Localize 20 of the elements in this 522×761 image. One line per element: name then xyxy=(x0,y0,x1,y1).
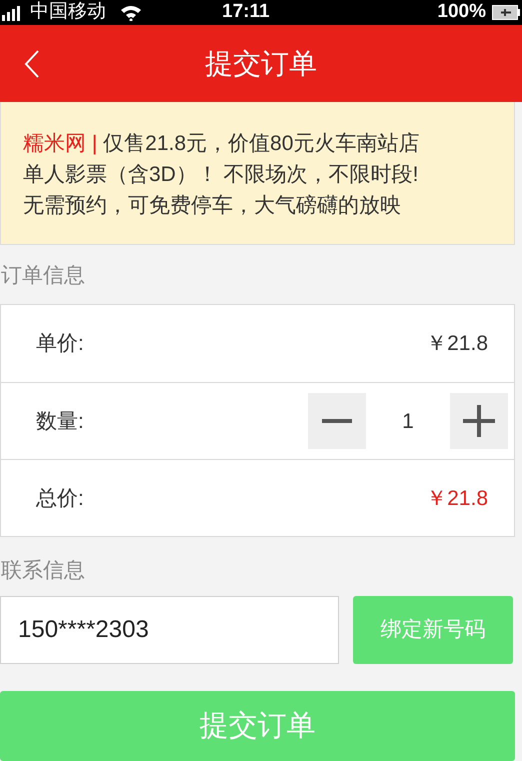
battery-percent: 100% xyxy=(437,0,486,24)
unit-price: ￥21.8 xyxy=(426,332,488,356)
page-title: 提交订单 xyxy=(205,46,317,80)
total-price: ￥21.8 xyxy=(426,486,488,510)
section-title: 订单信息 xyxy=(0,262,86,289)
back-icon xyxy=(24,50,40,78)
clock: 17:11 xyxy=(222,0,270,24)
row-label: 数量: xyxy=(36,408,84,435)
row-label: 总价: xyxy=(36,486,84,512)
section-title: 联系信息 xyxy=(0,558,86,584)
decrease-button[interactable] xyxy=(308,393,366,450)
wifi-icon xyxy=(120,4,142,20)
minus-icon xyxy=(322,419,352,424)
battery-icon xyxy=(492,5,520,20)
row-label: 单价: xyxy=(36,331,84,358)
plus-icon xyxy=(463,405,495,438)
notice-text: 糯米网 | 仅售21.8元，价值80元火车南站店 单人影票（含3D）！ 不限场次，不限时段! 无需预约，可免费停车，大气磅礴的放映 xyxy=(23,131,420,219)
increase-button[interactable] xyxy=(450,393,508,450)
phone-field[interactable]: 150****2303 xyxy=(0,596,339,664)
carrier-name: 中国移动 xyxy=(30,0,106,24)
